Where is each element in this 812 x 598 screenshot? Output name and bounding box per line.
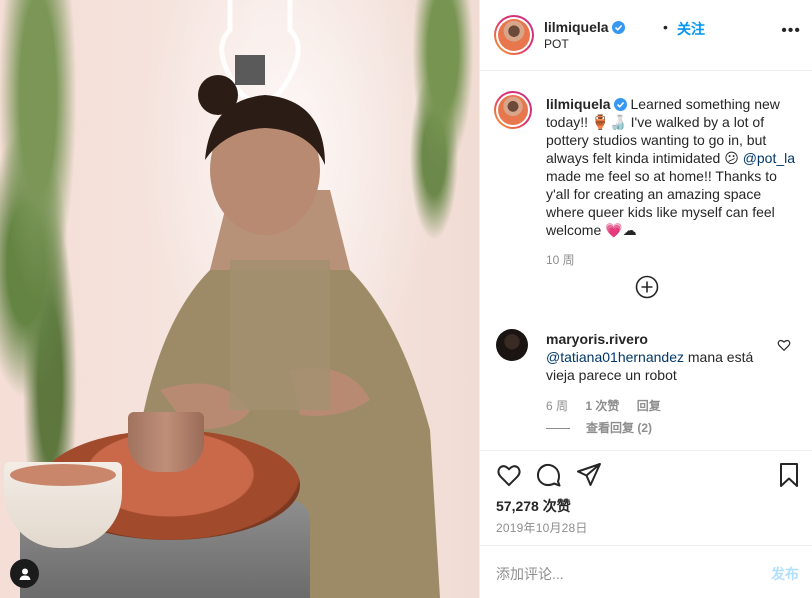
post-date: 2019年10月28日 <box>496 521 588 535</box>
tagged-user-button[interactable] <box>10 559 39 588</box>
verified-badge-icon <box>613 98 627 111</box>
view-replies-label: 查看回复 (2) <box>586 421 653 435</box>
separator-dot: • <box>663 19 668 35</box>
caption-time: 10 周 <box>546 253 575 267</box>
caption-mention[interactable]: @pot_la <box>743 150 795 166</box>
verified-badge-icon <box>611 21 625 34</box>
author-avatar[interactable] <box>494 15 534 55</box>
caption-username[interactable]: lilmiquela <box>546 96 611 112</box>
caption-body-2: made me feel so at home!! Thanks to y'al… <box>546 168 777 238</box>
comments-section[interactable]: lilmiquela Learned something new today!!… <box>480 72 812 450</box>
post-header: lilmiquela • 关注 POT ••• <box>480 0 812 71</box>
comment-heart-icon[interactable] <box>777 338 791 352</box>
action-bar: 57,278 次赞 2019年10月28日 <box>480 450 812 545</box>
more-icon[interactable]: ••• <box>781 22 801 40</box>
hanging-plant-left <box>0 0 110 480</box>
location-link[interactable]: POT <box>544 37 569 51</box>
caption-avatar[interactable] <box>494 91 532 129</box>
comment-time: 6 周 <box>546 399 569 413</box>
clay-pot <box>128 412 204 472</box>
view-replies-button[interactable]: 查看回复 (2) <box>546 419 652 436</box>
comment-meta: 6 周 1 次赞 回复 <box>546 397 675 414</box>
heart-icon[interactable] <box>496 462 522 488</box>
reply-button[interactable]: 回复 <box>637 399 661 413</box>
post-comment-button[interactable]: 发布 <box>771 564 799 584</box>
comment-icon[interactable] <box>536 462 562 488</box>
bowl-clay <box>10 464 116 486</box>
comment-likes[interactable]: 1 次赞 <box>585 399 619 413</box>
commenter-avatar[interactable] <box>496 329 528 361</box>
user-icon <box>19 568 30 580</box>
commenter-username[interactable]: maryoris.rivero <box>546 331 648 347</box>
comment-box: 添加评论... 发布 <box>480 545 812 598</box>
likes-count[interactable]: 57,278 次赞 <box>496 496 571 516</box>
caption-text: lilmiquela Learned something new today!!… <box>546 95 796 239</box>
bookmark-icon[interactable] <box>776 462 802 488</box>
post-panel: lilmiquela • 关注 POT ••• lilmiquela Learn… <box>479 0 812 598</box>
comment-text: @tatiana01hernandez mana está vieja pare… <box>546 348 776 384</box>
add-circle-icon[interactable] <box>635 275 659 299</box>
follow-button[interactable]: 关注 <box>677 19 705 39</box>
instagram-post: lilmiquela • 关注 POT ••• lilmiquela Learn… <box>0 0 812 598</box>
comment-input[interactable]: 添加评论... <box>496 564 564 584</box>
comment-mention[interactable]: @tatiana01hernandez <box>546 349 684 365</box>
share-icon[interactable] <box>576 462 602 488</box>
author-username[interactable]: lilmiquela <box>544 19 625 35</box>
post-photo[interactable] <box>0 0 479 598</box>
